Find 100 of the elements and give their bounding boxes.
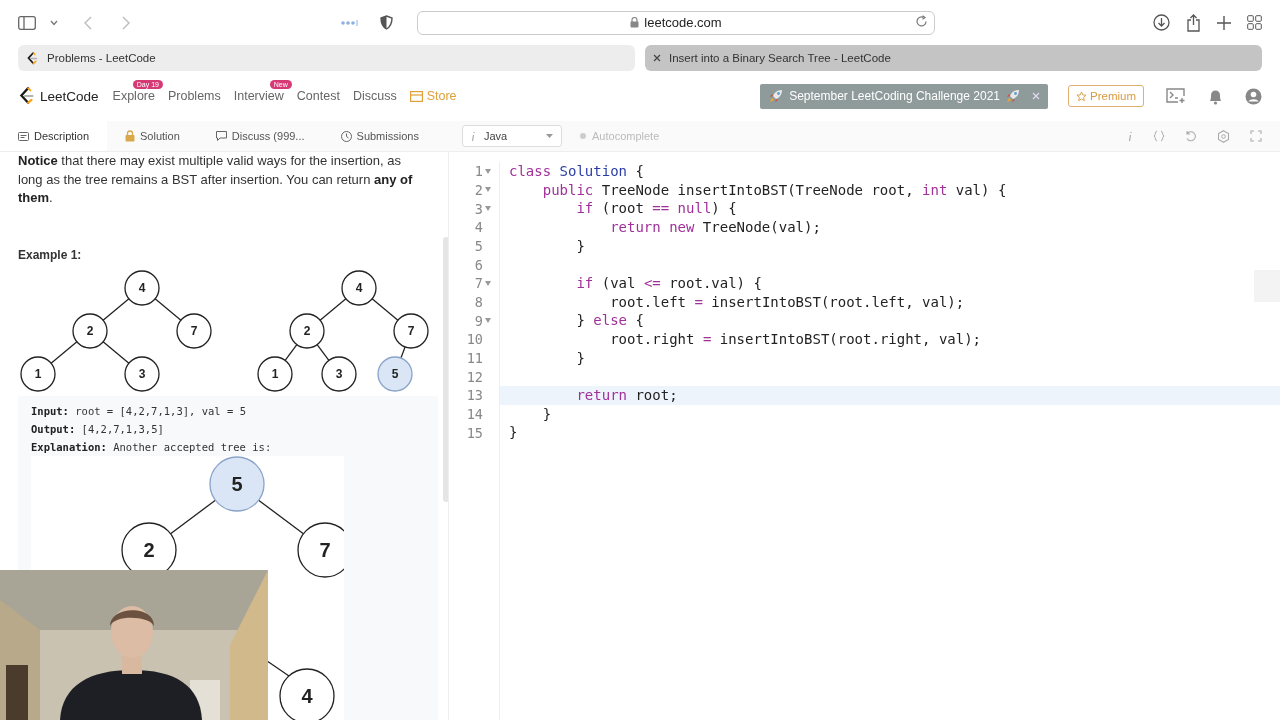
playground-icon[interactable] (1166, 88, 1186, 104)
code-line: if (root == null) { (575, 200, 737, 217)
fold-arrow-icon[interactable] (485, 168, 491, 174)
fold-arrow-icon[interactable] (485, 206, 491, 212)
shield-icon[interactable] (380, 15, 393, 30)
tree-edge (102, 297, 130, 321)
code-line: } (575, 349, 585, 366)
plus-icon[interactable] (1217, 15, 1231, 30)
reload-icon[interactable] (915, 14, 928, 28)
forward-icon[interactable] (122, 15, 130, 30)
line-number: 11 (466, 349, 483, 366)
line-number: 5 (474, 237, 483, 254)
fullscreen-icon[interactable] (1250, 130, 1262, 142)
tree-edge (169, 499, 217, 534)
tree-edge (371, 297, 399, 321)
panel-tab[interactable]: Submissions (322, 121, 437, 151)
caret-icon (546, 134, 553, 138)
clock-icon (340, 130, 352, 142)
nav-link[interactable]: Interview (233, 89, 284, 103)
tree-node: 5 (377, 355, 413, 392)
comment-icon (215, 131, 227, 141)
address-bar[interactable]: leetcode.com (417, 10, 935, 35)
braces-icon[interactable] (1153, 130, 1165, 142)
tree-node: 1 (257, 355, 293, 392)
scrollbar[interactable] (443, 237, 448, 502)
rocket-icon (768, 88, 785, 104)
code-line: } else { (575, 312, 644, 329)
tree-edge (316, 343, 330, 361)
tree-edge (257, 499, 305, 534)
code-line: if (val <= root.val) { (575, 274, 762, 291)
dots-icon[interactable] (340, 19, 358, 26)
language-dropdown[interactable]: Java (462, 125, 562, 147)
tree-edge (102, 340, 130, 364)
download-icon[interactable] (1153, 14, 1170, 31)
example-line: Output: [4,2,7,1,3,5] (31, 421, 165, 437)
fold-arrow-icon[interactable] (485, 280, 491, 286)
chevron-down-icon[interactable] (50, 19, 58, 26)
line-number: 2 (474, 182, 483, 198)
line-number: 12 (466, 368, 483, 385)
settings-icon[interactable] (1217, 129, 1230, 143)
tree-edge (400, 345, 406, 359)
browser-tab[interactable]: Insert into a Binary Search Tree - LeetCode (645, 45, 1262, 71)
tree-edge (284, 343, 298, 361)
fold-arrow-icon[interactable] (485, 318, 491, 324)
browser-tab[interactable]: Problems - LeetCode (18, 45, 635, 71)
tree-edge (50, 340, 78, 364)
back-icon[interactable] (84, 15, 92, 30)
close-icon[interactable] (653, 54, 661, 62)
line-number: 10 (466, 331, 483, 348)
line-number: 4 (474, 219, 483, 236)
tree-node: 7 (176, 312, 212, 349)
description-paragraph: Notice that there may exist multiple valid ways for the insertion, as long as the tree remains a BST after insertion. You can return any of them. (18, 152, 414, 207)
code-line: } (541, 405, 552, 422)
code-line: class Solution { (509, 163, 644, 179)
line-number: 13 (466, 387, 483, 404)
line-number: 6 (474, 256, 483, 273)
info-icon[interactable] (1128, 130, 1133, 142)
example-title: Example 1: (18, 247, 83, 262)
info-icon (471, 130, 476, 142)
rocket-icon (1005, 88, 1021, 104)
tree-edge (319, 297, 347, 321)
leetcode-logo-icon (26, 51, 39, 65)
tree-node: 4 (124, 269, 160, 306)
line-number: 7 (474, 275, 483, 292)
code-line: } (509, 424, 518, 441)
share-icon[interactable] (1186, 13, 1201, 32)
tab-grid-icon[interactable] (1247, 15, 1262, 30)
line-number: 8 (474, 293, 483, 310)
nav-link[interactable]: Problems (167, 89, 221, 103)
store-icon (409, 90, 423, 102)
lock-icon (630, 17, 640, 28)
lock-icon (125, 130, 136, 142)
avatar-icon[interactable] (1245, 87, 1262, 105)
document-icon (18, 131, 29, 141)
code-line: root.right = insertIntoBST(root.right, val); (609, 330, 982, 347)
tree-node: 3 (321, 355, 357, 392)
reset-icon[interactable] (1185, 130, 1197, 142)
sidebar-icon[interactable] (18, 15, 36, 30)
example-line: Input: root = [4,2,7,1,3], val = 5 (31, 403, 247, 419)
code-line: return new TreeNode(val); (609, 218, 821, 235)
tree-node: 1 (20, 355, 56, 392)
tree-node: 7 (393, 312, 429, 349)
line-number: 9 (474, 312, 483, 329)
tree-node: 2 (72, 312, 108, 349)
nav-link[interactable]: Explore (112, 89, 155, 103)
panel-tab[interactable]: Solution (107, 121, 198, 151)
tree-edge (154, 297, 182, 321)
leetcode-logo-icon (18, 87, 36, 105)
code-line: public TreeNode insertIntoBST(TreeNode root, int val) { (541, 181, 1007, 198)
panel-tab[interactable]: Discuss (999... (197, 121, 323, 151)
brand-name[interactable]: LeetCode (40, 88, 99, 104)
line-number: 1 (474, 163, 483, 180)
panel-tab[interactable]: Description (0, 121, 108, 151)
code-line: return root; (575, 386, 678, 403)
nav-link[interactable]: Contest (296, 89, 340, 103)
example-line: Explanation: Another accepted tree is: (31, 439, 273, 455)
nav-link[interactable]: Discuss (352, 89, 397, 103)
fold-arrow-icon[interactable] (485, 187, 491, 193)
star-icon (1076, 90, 1087, 102)
status-dot-icon (580, 133, 586, 139)
